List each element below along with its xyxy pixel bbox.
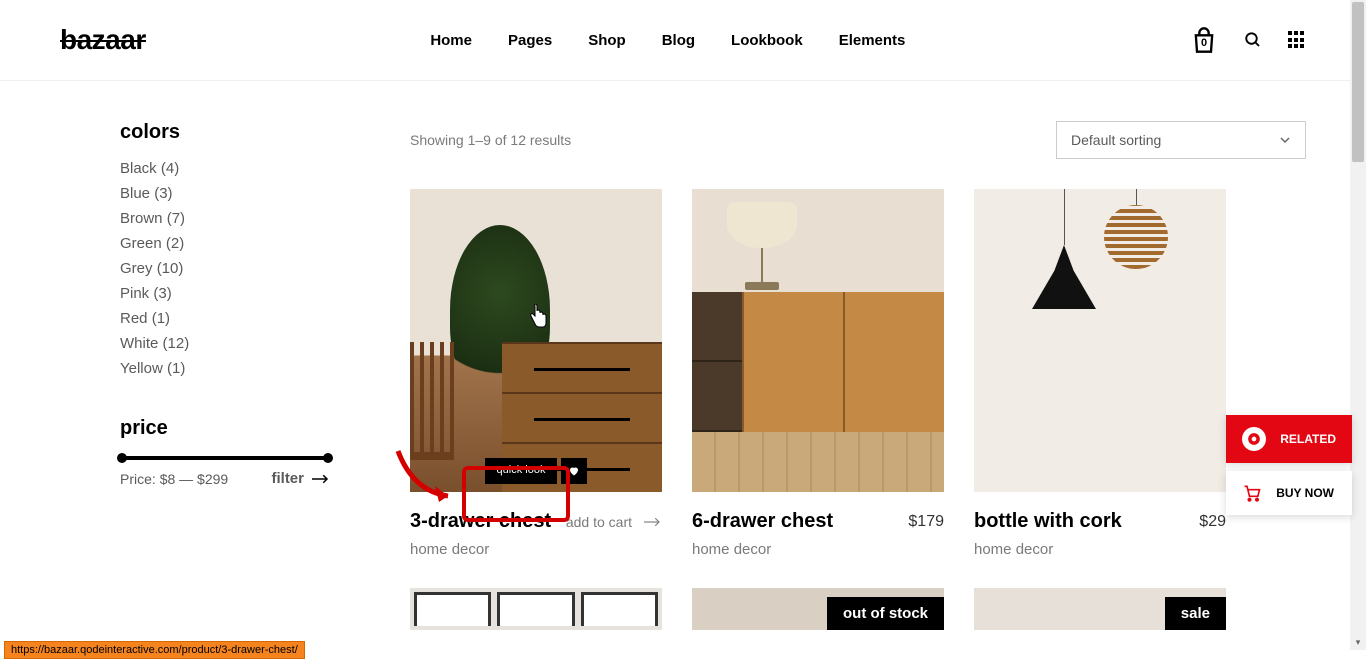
price-slider-handle-max[interactable]	[323, 453, 333, 463]
colors-heading: colors	[120, 121, 330, 144]
product-card[interactable]: sale	[974, 588, 1226, 630]
product-price: $29	[1199, 513, 1226, 531]
product-card[interactable]: out of stock	[692, 588, 944, 630]
out-of-stock-badge: out of stock	[827, 597, 944, 630]
product-listing: Showing 1–9 of 12 results Default sortin…	[410, 121, 1306, 630]
related-button[interactable]: RELATED	[1226, 415, 1352, 463]
price-heading: price	[120, 417, 330, 440]
menu-grid-button[interactable]	[1288, 31, 1306, 49]
color-filter-black[interactable]: Black (4)	[120, 160, 330, 177]
scroll-down-arrow-icon[interactable]: ▾	[1350, 634, 1366, 650]
nav-pages[interactable]: Pages	[508, 32, 552, 49]
nav-elements[interactable]: Elements	[839, 32, 906, 49]
product-category[interactable]: home decor	[410, 541, 662, 558]
product-image[interactable]: out of stock	[692, 588, 944, 630]
price-slider-handle-min[interactable]	[117, 453, 127, 463]
color-filter-brown[interactable]: Brown (7)	[120, 210, 330, 227]
product-image[interactable]: sale	[974, 588, 1226, 630]
product-image[interactable]	[974, 189, 1226, 492]
scrollbar-vertical[interactable]: ▴ ▾	[1350, 0, 1366, 650]
quick-look-button[interactable]: quick look	[485, 458, 558, 484]
site-logo[interactable]: bazaar	[60, 24, 146, 56]
color-filter-yellow[interactable]: Yellow (1)	[120, 360, 330, 377]
product-category[interactable]: home decor	[974, 541, 1226, 558]
cart-icon	[1242, 483, 1262, 503]
arrow-right-icon	[312, 473, 330, 485]
product-card[interactable]: quick look 3-drawer chest add to cart ho…	[410, 189, 662, 558]
nav-home[interactable]: Home	[430, 32, 472, 49]
price-slider[interactable]	[120, 456, 330, 460]
chevron-down-icon	[1279, 134, 1291, 146]
status-bar-url: https://bazaar.qodeinteractive.com/produ…	[4, 641, 305, 659]
color-filter-list: Black (4) Blue (3) Brown (7) Green (2) G…	[120, 160, 330, 377]
product-card[interactable]: 6-drawer chest $179 home decor	[692, 189, 944, 558]
sale-badge: sale	[1165, 597, 1226, 630]
wishlist-button[interactable]	[561, 458, 587, 484]
product-title[interactable]: bottle with cork	[974, 510, 1122, 533]
primary-nav: Home Pages Shop Blog Lookbook Elements	[430, 32, 905, 49]
search-icon	[1244, 31, 1262, 49]
product-title[interactable]: 6-drawer chest	[692, 510, 833, 533]
product-card[interactable]	[410, 588, 662, 630]
product-price: $179	[908, 513, 944, 531]
product-title[interactable]: 3-drawer chest	[410, 510, 551, 533]
qode-logo-icon	[1242, 427, 1266, 451]
nav-blog[interactable]: Blog	[662, 32, 695, 49]
filter-button[interactable]: filter	[271, 470, 330, 487]
color-filter-grey[interactable]: Grey (10)	[120, 260, 330, 277]
add-to-cart-button[interactable]: add to cart	[566, 514, 662, 530]
cart-button[interactable]: 0	[1190, 26, 1218, 54]
scrollbar-thumb[interactable]	[1352, 2, 1364, 162]
floating-side-widgets: RELATED BUY NOW	[1226, 415, 1352, 515]
product-image[interactable]: quick look	[410, 189, 662, 492]
heart-icon	[568, 465, 580, 477]
arrow-right-icon	[644, 517, 662, 527]
color-filter-pink[interactable]: Pink (3)	[120, 285, 330, 302]
product-image[interactable]	[692, 189, 944, 492]
results-count: Showing 1–9 of 12 results	[410, 132, 571, 148]
product-category[interactable]: home decor	[692, 541, 944, 558]
product-card[interactable]: bottle with cork $29 home decor	[974, 189, 1226, 558]
color-filter-white[interactable]: White (12)	[120, 335, 330, 352]
price-range-text: Price: $8 — $299	[120, 471, 228, 487]
color-filter-red[interactable]: Red (1)	[120, 310, 330, 327]
nav-shop[interactable]: Shop	[588, 32, 626, 49]
search-button[interactable]	[1244, 31, 1262, 49]
color-filter-blue[interactable]: Blue (3)	[120, 185, 330, 202]
filter-sidebar: colors Black (4) Blue (3) Brown (7) Gree…	[120, 121, 330, 630]
site-header: bazaar Home Pages Shop Blog Lookbook Ele…	[0, 0, 1366, 81]
sort-dropdown[interactable]: Default sorting	[1056, 121, 1306, 159]
cart-count: 0	[1190, 37, 1218, 49]
nav-lookbook[interactable]: Lookbook	[731, 32, 803, 49]
color-filter-green[interactable]: Green (2)	[120, 235, 330, 252]
buy-now-button[interactable]: BUY NOW	[1226, 471, 1352, 515]
product-image[interactable]	[410, 588, 662, 630]
header-icons: 0	[1190, 26, 1306, 54]
